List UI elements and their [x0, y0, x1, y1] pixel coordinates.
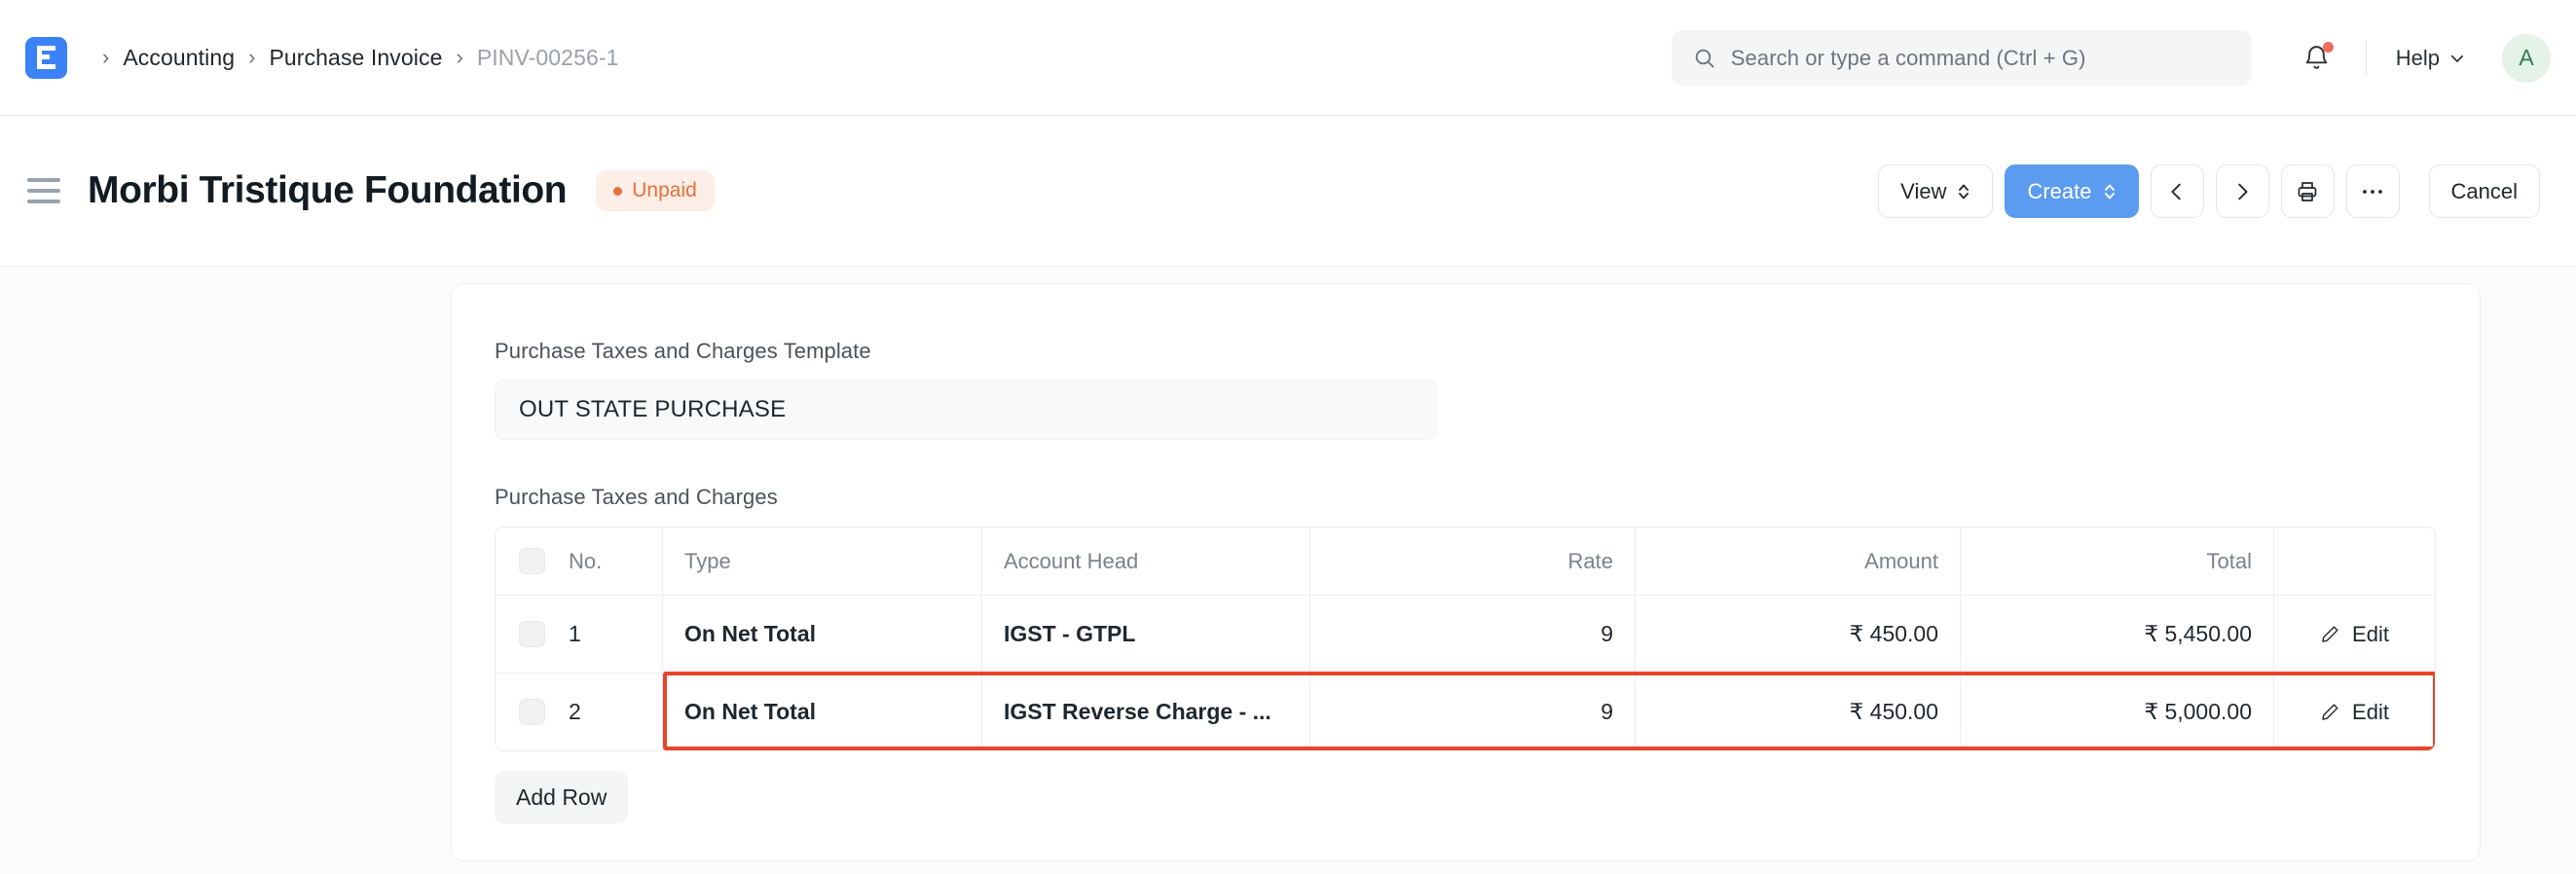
cell-account-head[interactable]: IGST Reverse Charge - ... [982, 674, 1310, 750]
chevron-updown-icon [2103, 182, 2116, 201]
user-avatar[interactable]: A [2502, 33, 2551, 83]
notifications-button[interactable] [2298, 39, 2337, 78]
cell-amount[interactable]: ₹ 450.00 [1636, 596, 1961, 673]
taxes-template-field-block: Purchase Taxes and Charges Template OUT … [495, 339, 1437, 440]
search-input[interactable]: Search or type a command (Ctrl + G) [1671, 30, 2252, 86]
row-edit-button[interactable]: Edit [2274, 596, 2435, 673]
search-icon [1693, 47, 1716, 70]
table-row[interactable]: 1 On Net Total IGST - GTPL 9 ₹ 450.00 ₹ … [496, 595, 2435, 673]
taxes-grid-table: No. Type Account Head Rate Amount Total … [495, 527, 2436, 751]
notification-unread-dot [2322, 41, 2334, 53]
page-header-actions: View Create Cancel [1878, 116, 2540, 267]
navbar-divider [2365, 40, 2367, 76]
status-badge: Unpaid [596, 170, 715, 211]
help-label: Help [2395, 45, 2440, 70]
cell-total[interactable]: ₹ 5,450.00 [1961, 596, 2274, 673]
pencil-icon [2320, 624, 2340, 644]
cell-rate[interactable]: 9 [1310, 596, 1636, 673]
page-body: Purchase Taxes and Charges Template OUT … [0, 267, 2576, 874]
erpnext-logo-icon[interactable] [25, 36, 67, 79]
cell-account-head[interactable]: IGST - GTPL [982, 596, 1310, 673]
breadcrumb-item-purchase-invoice[interactable]: Purchase Invoice [269, 45, 442, 71]
page-title: Morbi Tristique Foundation [88, 169, 568, 211]
cell-type[interactable]: On Net Total [663, 674, 982, 750]
cell-rate[interactable]: 9 [1310, 674, 1636, 750]
taxes-grid-label: Purchase Taxes and Charges [495, 485, 778, 509]
row-edit-label: Edit [2352, 699, 2389, 724]
status-label: Unpaid [632, 179, 697, 201]
cancel-button-label: Cancel [2450, 178, 2518, 203]
breadcrumb-item-current: PINV-00256-1 [476, 44, 619, 70]
cell-total[interactable]: ₹ 5,000.00 [1961, 674, 2274, 750]
previous-document-button[interactable] [2150, 164, 2204, 218]
row-number: 1 [569, 621, 581, 646]
chevron-updown-icon [1957, 182, 1970, 201]
page-header-left: Morbi Tristique Foundation Unpaid [0, 169, 715, 212]
create-button-label: Create [2027, 178, 2092, 203]
row-checkbox[interactable] [519, 699, 545, 725]
help-dropdown[interactable]: Help [2396, 46, 2466, 71]
search-placeholder: Search or type a command (Ctrl + G) [1730, 45, 2086, 70]
pencil-icon [2320, 702, 2340, 722]
column-header-account-head: Account Head [982, 528, 1310, 595]
table-row[interactable]: 2 On Net Total IGST Reverse Charge - ...… [496, 673, 2435, 750]
cell-amount[interactable]: ₹ 450.00 [1636, 674, 1961, 750]
printer-icon [2296, 180, 2319, 203]
ellipsis-icon [2361, 188, 2384, 196]
chevron-left-icon [2166, 181, 2188, 202]
cell-type[interactable]: On Net Total [663, 596, 982, 673]
cancel-button[interactable]: Cancel [2428, 164, 2540, 218]
breadcrumb-separator-icon: › [456, 45, 463, 69]
chevron-down-icon [2448, 50, 2466, 67]
print-button[interactable] [2280, 164, 2335, 218]
breadcrumb-item-accounting[interactable]: Accounting [123, 45, 235, 71]
row-edit-button[interactable]: Edit [2274, 674, 2435, 750]
row-checkbox[interactable] [519, 621, 545, 647]
row-select-cell: 2 [496, 674, 663, 750]
taxes-template-value: OUT STATE PURCHASE [519, 396, 787, 422]
row-select-cell: 1 [496, 596, 663, 673]
taxes-template-label: Purchase Taxes and Charges Template [495, 339, 871, 363]
taxes-grid-block: Purchase Taxes and Charges No. Type Acco… [495, 485, 2436, 823]
navbar-left-section: › Accounting › Purchase Invoice › PINV-0… [0, 36, 619, 79]
create-button[interactable]: Create [2005, 164, 2139, 218]
column-header-type: Type [663, 528, 982, 595]
page-header: Morbi Tristique Foundation Unpaid View C… [0, 116, 2576, 267]
add-row-button[interactable]: Add Row [495, 771, 629, 823]
table-header-row: No. Type Account Head Rate Amount Total [496, 528, 2435, 595]
breadcrumb-separator-icon: › [248, 45, 256, 69]
column-header-rate: Rate [1310, 528, 1636, 595]
more-options-button[interactable] [2345, 164, 2400, 218]
next-document-button[interactable] [2215, 164, 2269, 218]
column-header-no: No. [569, 548, 603, 573]
view-button-label: View [1900, 178, 1947, 203]
row-number: 2 [569, 699, 581, 724]
top-navbar: › Accounting › Purchase Invoice › PINV-0… [0, 0, 2576, 116]
header-cell-no: No. [496, 528, 663, 595]
column-header-actions [2274, 528, 2435, 595]
breadcrumb-separator-icon: › [102, 45, 110, 69]
select-all-checkbox[interactable] [519, 548, 545, 574]
column-header-amount: Amount [1636, 528, 1961, 595]
hamburger-menu-icon[interactable] [27, 178, 60, 203]
form-card: Purchase Taxes and Charges Template OUT … [451, 283, 2481, 861]
logo-glyph [37, 46, 55, 69]
chevron-right-icon [2231, 181, 2253, 202]
column-header-total: Total [1961, 528, 2274, 595]
avatar-initial: A [2519, 45, 2534, 70]
status-dot-icon [613, 186, 623, 196]
taxes-template-input[interactable]: OUT STATE PURCHASE [495, 380, 1437, 440]
view-button[interactable]: View [1878, 164, 1994, 218]
breadcrumb: › Accounting › Purchase Invoice › PINV-0… [89, 45, 619, 71]
row-edit-label: Edit [2352, 621, 2389, 646]
navbar-right-section: Search or type a command (Ctrl + G) Help… [1671, 0, 2551, 116]
